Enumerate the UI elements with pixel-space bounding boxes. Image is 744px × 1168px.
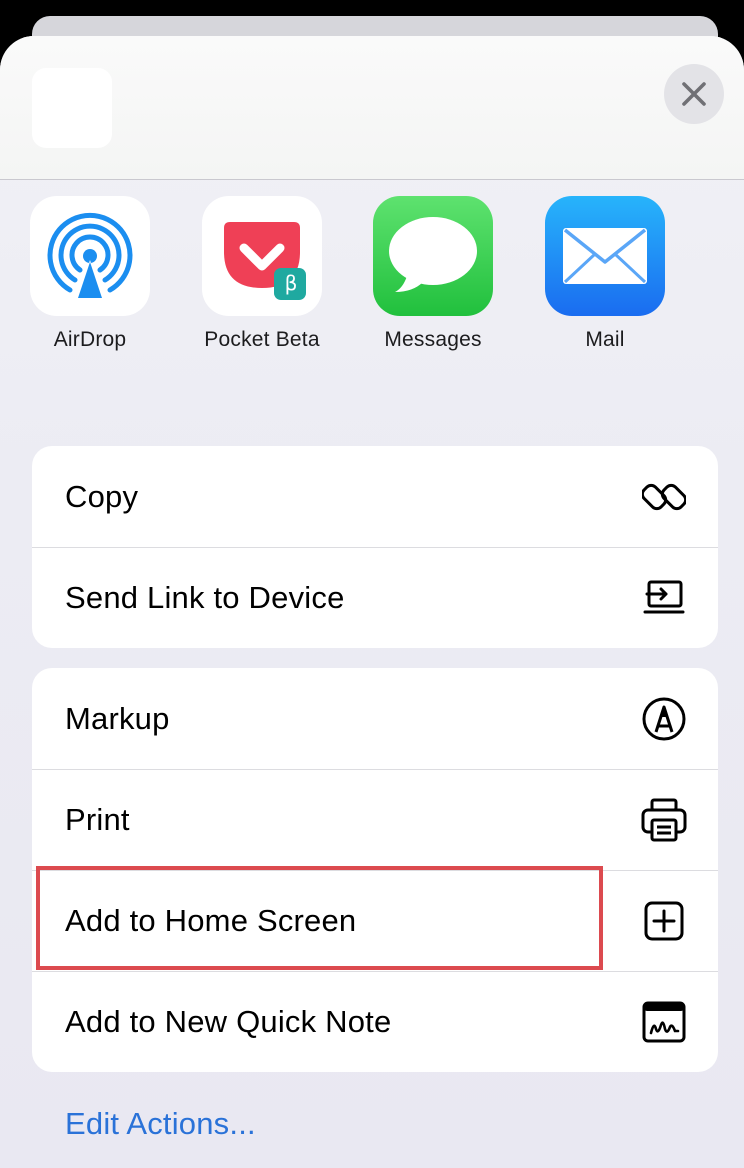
- app-share-row: AirDrop β Pocket Beta Messages Mail: [0, 196, 744, 366]
- pocket-beta-icon: β: [202, 196, 322, 316]
- action-label: Print: [65, 802, 130, 837]
- app-mail[interactable]: Mail: [530, 196, 680, 366]
- action-markup[interactable]: Markup: [32, 668, 718, 769]
- action-print[interactable]: Print: [32, 769, 718, 870]
- action-add-to-new-quick-note[interactable]: Add to New Quick Note: [32, 971, 718, 1072]
- messages-icon: [373, 196, 493, 316]
- action-label: Copy: [65, 478, 139, 514]
- action-label: Add to Home Screen: [65, 903, 357, 938]
- app-messages[interactable]: Messages: [358, 196, 508, 366]
- copy-link-icon: [640, 473, 688, 521]
- quick-note-icon: [640, 998, 688, 1046]
- action-copy[interactable]: Copy: [32, 446, 718, 547]
- action-label: Add to New Quick Note: [65, 1004, 392, 1039]
- app-label: AirDrop: [53, 328, 127, 351]
- app-label: Mail: [585, 328, 625, 351]
- add-square-icon: [640, 897, 688, 945]
- action-label: Markup: [65, 700, 170, 736]
- edit-actions-link[interactable]: Edit Actions...: [65, 1106, 256, 1142]
- app-pocket-beta[interactable]: β Pocket Beta: [187, 196, 337, 366]
- action-label: Send Link to Device: [65, 580, 345, 615]
- page-thumbnail: [32, 68, 112, 148]
- action-send-link-to-device[interactable]: Send Link to Device: [32, 547, 718, 648]
- close-icon: [682, 82, 706, 106]
- markup-pen-icon: [640, 695, 688, 743]
- close-button[interactable]: [664, 64, 724, 124]
- beta-badge: β: [284, 271, 298, 295]
- share-sheet-header: [0, 36, 744, 180]
- airdrop-icon: [30, 196, 150, 316]
- mail-icon: [545, 196, 665, 316]
- action-group-2: Markup Print Add to Home Screen Add to N…: [32, 668, 718, 1072]
- app-label: Pocket Beta: [204, 328, 320, 351]
- app-airdrop[interactable]: AirDrop: [15, 196, 165, 366]
- action-add-to-home-screen[interactable]: Add to Home Screen: [32, 870, 718, 971]
- app-label: Messages: [384, 328, 482, 351]
- printer-icon: [640, 796, 688, 844]
- action-group-1: Copy Send Link to Device: [32, 446, 718, 648]
- send-to-device-icon: [640, 574, 688, 622]
